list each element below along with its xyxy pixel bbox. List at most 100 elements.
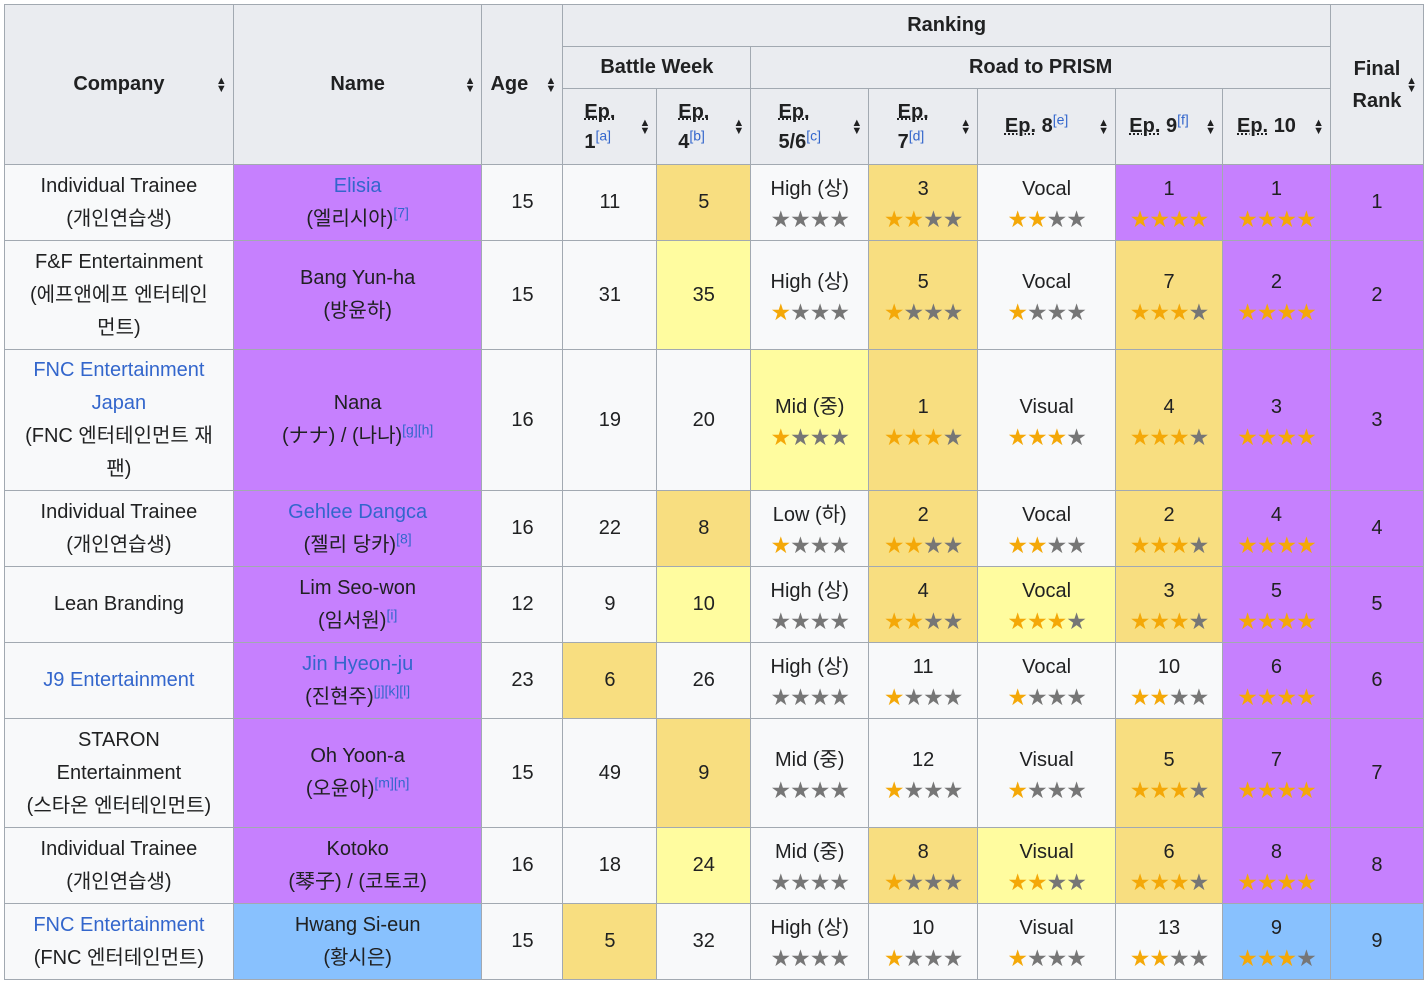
star-icon: ★ — [883, 608, 905, 634]
column-header-ep7[interactable]: Ep. 7[d] ▲ ▼ — [868, 88, 979, 165]
name-link[interactable]: Jin Hyeon-ju — [238, 648, 478, 681]
star-icon: ★ — [883, 869, 905, 895]
column-header-ep10[interactable]: Ep. 10 ▲ ▼ — [1222, 88, 1331, 165]
reference-link[interactable]: [b] — [689, 127, 705, 143]
name-korean: (琴子) / (코토코) — [288, 870, 427, 893]
reference-link[interactable]: [e] — [1053, 111, 1069, 127]
reference-link[interactable]: [a] — [595, 127, 611, 143]
star-icon: ★ — [1169, 206, 1190, 232]
star-icon: ★ — [1066, 206, 1087, 232]
company-link[interactable]: J9 Entertainment — [9, 664, 229, 697]
company-text: (개인연습생) — [66, 533, 172, 556]
star-icon: ★ — [770, 869, 791, 895]
ep56-value: High (상) — [770, 917, 849, 939]
table-row: Lean Branding Lim Seo-won (임서원)[i] 12 9 10 Hig… — [4, 566, 1424, 643]
sort-icon[interactable]: ▲ ▼ — [1205, 117, 1216, 136]
reference-link[interactable]: [g][h] — [402, 421, 433, 437]
star-icon: ★ — [903, 869, 925, 895]
sort-icon[interactable]: ▲ ▼ — [465, 75, 476, 94]
reference-link[interactable]: [7] — [393, 204, 409, 220]
sort-icon[interactable]: ▲ ▼ — [1098, 117, 1109, 136]
reference-link[interactable]: [c] — [806, 127, 821, 143]
star-icon: ★ — [1169, 684, 1190, 710]
column-header-ep56[interactable]: Ep. 5/6[c] ▲ ▼ — [750, 88, 870, 165]
column-header-ep8[interactable]: Ep. 8[e] ▲ ▼ — [977, 88, 1117, 165]
star-icon: ★ — [829, 945, 850, 971]
star-icon: ★ — [829, 206, 850, 232]
star-icon: ★ — [790, 945, 811, 971]
star-rating: ★★★★ — [1227, 945, 1326, 971]
sort-icon[interactable]: ▲ ▼ — [546, 75, 557, 94]
star-icon: ★ — [1149, 532, 1170, 558]
star-icon: ★ — [829, 684, 850, 710]
star-icon: ★ — [1276, 532, 1297, 558]
sort-icon[interactable]: ▲ ▼ — [733, 117, 744, 136]
company-link[interactable]: FNC Entertainment — [9, 909, 229, 942]
ep7-cell: 1 ★★★★ — [868, 349, 979, 491]
company-link[interactable]: FNC Entertainment — [9, 354, 229, 387]
sort-icon[interactable]: ▲ ▼ — [1406, 75, 1417, 94]
star-icon: ★ — [1237, 206, 1258, 232]
name-korean: (임서원)[i] — [317, 605, 398, 632]
star-icon: ★ — [942, 684, 964, 710]
company-link[interactable]: Japan — [9, 387, 229, 420]
star-rating: ★★★★ — [982, 424, 1111, 450]
star-icon: ★ — [809, 423, 831, 450]
reference-link[interactable]: [i] — [386, 606, 397, 622]
reference-link[interactable]: [m][n] — [374, 774, 409, 790]
company-text: Individual Trainee — [40, 174, 198, 197]
sort-icon[interactable]: ▲ ▼ — [1313, 117, 1324, 136]
star-icon: ★ — [903, 298, 925, 325]
name-link[interactable]: Gehlee Dangca — [238, 496, 478, 529]
company-text: (FNC 엔터테인먼트 재 — [25, 425, 213, 447]
reference-link[interactable]: [j][k][l] — [374, 682, 411, 698]
star-icon: ★ — [903, 532, 925, 558]
table-row: Individual Trainee (개인연습생) Gehlee Dangca (젤… — [4, 490, 1424, 567]
star-icon: ★ — [770, 206, 791, 232]
ep4-cell: 8 — [656, 490, 752, 567]
star-icon: ★ — [923, 206, 944, 232]
star-icon: ★ — [883, 684, 905, 710]
star-icon: ★ — [903, 684, 925, 710]
ep4-cell: 20 — [656, 349, 752, 491]
column-header-ep9[interactable]: Ep. 9[f] ▲ ▼ — [1115, 88, 1223, 165]
reference-link[interactable]: [f] — [1177, 111, 1189, 127]
star-rating: ★★★★ — [982, 299, 1111, 325]
sort-icon[interactable]: ▲ ▼ — [639, 117, 650, 136]
column-group-ranking: Ranking — [562, 4, 1331, 47]
star-icon: ★ — [1026, 608, 1048, 634]
star-icon: ★ — [809, 684, 831, 710]
star-icon: ★ — [1188, 608, 1210, 634]
name-text: Lim Seo-won — [299, 576, 416, 599]
star-icon: ★ — [1296, 423, 1317, 450]
star-rating: ★★★★ — [873, 869, 973, 895]
ep56-value: Mid (중) — [774, 395, 845, 418]
name-cell: Nana (ナナ) / (나나)[g][h] — [232, 349, 483, 491]
column-header-final-rank[interactable]: Final Rank ▲ ▼ — [1329, 4, 1424, 165]
sort-icon[interactable]: ▲ ▼ — [216, 75, 227, 94]
ep7-cell: 2 ★★★★ — [868, 490, 979, 567]
star-icon: ★ — [883, 532, 905, 558]
reference-link[interactable]: [8] — [396, 530, 412, 546]
star-icon: ★ — [942, 608, 964, 634]
column-header-ep4[interactable]: Ep. 4[b] ▲ ▼ — [656, 88, 752, 165]
star-icon: ★ — [790, 684, 811, 710]
column-header-age[interactable]: Age ▲ ▼ — [481, 4, 564, 165]
sort-icon[interactable]: ▲ ▼ — [851, 117, 862, 136]
star-icon: ★ — [1026, 423, 1048, 450]
star-rating: ★★★★ — [1120, 206, 1218, 232]
star-icon: ★ — [1256, 608, 1278, 634]
ep9-cell: 7 ★★★★ — [1115, 240, 1223, 350]
ep8-cell: Vocal ★★★★ — [977, 490, 1117, 567]
column-header-name[interactable]: Name ▲ ▼ — [232, 4, 483, 165]
column-header-company[interactable]: Company ▲ ▼ — [4, 4, 234, 165]
column-header-ep1[interactable]: Ep. 1[a] ▲ ▼ — [562, 88, 658, 165]
name-link[interactable]: Elisia — [238, 170, 478, 203]
star-icon: ★ — [1026, 206, 1048, 232]
reference-link[interactable]: [d] — [909, 127, 925, 143]
star-rating: ★★★★ — [1120, 684, 1218, 710]
sort-icon[interactable]: ▲ ▼ — [960, 117, 971, 136]
ep4-cell: 5 — [656, 164, 752, 241]
star-rating: ★★★★ — [1120, 777, 1218, 803]
age-cell: 15 — [481, 903, 564, 980]
